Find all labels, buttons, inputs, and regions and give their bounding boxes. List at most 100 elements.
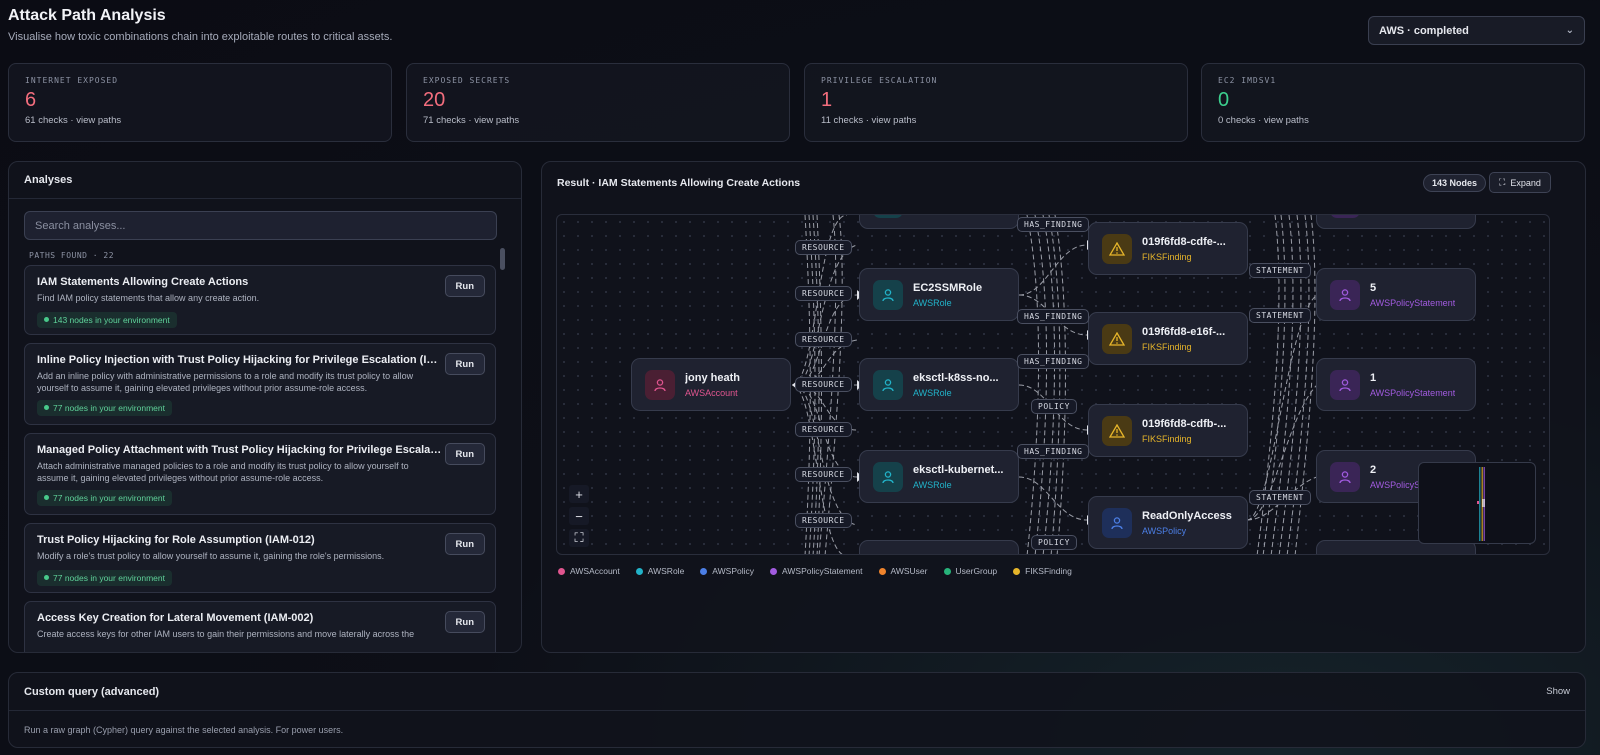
graph-node-statement[interactable]: 5 AWSPolicyStatement <box>1316 268 1476 321</box>
custom-query-desc: Run a raw graph (Cypher) query against t… <box>24 725 344 735</box>
analysis-desc: Attach administrative managed policies t… <box>37 461 409 483</box>
graph-node-role[interactable] <box>859 540 1019 554</box>
analysis-title: Managed Policy Attachment with Trust Pol… <box>37 444 442 456</box>
graph-node-policy[interactable]: ReadOnlyAccess AWSPolicy <box>1088 496 1248 549</box>
analysis-title: IAM Statements Allowing Create Actions <box>37 276 249 288</box>
node-type: FIKSFinding <box>1142 433 1192 444</box>
edge-label: HAS_FINDING <box>1017 309 1090 324</box>
stat-card-exposed-secrets[interactable]: EXPOSED SECRETS 20 71 checks · view path… <box>406 63 790 142</box>
divider <box>9 710 1585 711</box>
analyses-title: Analyses <box>9 162 521 199</box>
analysis-title: Trust Policy Hijacking for Role Assumpti… <box>37 534 315 546</box>
legend-item: UserGroup <box>943 566 997 576</box>
graph-node-finding[interactable]: 019f6fd8-e16f-... FIKSFinding <box>1088 312 1248 365</box>
edge-label: POLICY <box>1031 399 1077 414</box>
scrollbar[interactable] <box>500 248 505 270</box>
custom-query-panel: Custom query (advanced) Show Run a raw g… <box>8 672 1586 748</box>
node-type: AWSRole <box>913 297 952 308</box>
provider-select[interactable]: AWS · completed ⌄ <box>1368 16 1585 45</box>
legend-item: AWSRole <box>635 566 684 576</box>
graph-node-role[interactable]: eksctl-kubernet... AWSRole <box>859 450 1019 503</box>
graph-node-role[interactable] <box>859 215 1019 229</box>
legend-item: AWSPolicyStatement <box>770 566 863 576</box>
node-name: eksctl-kubernet... <box>913 463 1004 476</box>
edge-label: RESOURCE <box>795 467 852 482</box>
stat-card-internet-exposed[interactable]: INTERNET EXPOSED 6 61 checks · view path… <box>8 63 392 142</box>
role-icon <box>873 215 903 218</box>
node-name: 019f6fd8-cdfb-... <box>1142 417 1227 430</box>
node-name: eksctl-k8ss-no... <box>913 371 999 384</box>
stat-card-privilege-escalation[interactable]: PRIVILEGE ESCALATION 1 11 checks · view … <box>804 63 1188 142</box>
stat-sub: 71 checks · view paths <box>423 115 520 126</box>
show-button[interactable]: Show <box>1546 686 1570 697</box>
edge-label: STATEMENT <box>1249 490 1311 505</box>
graph-canvas[interactable]: jony heath AWSAccount EC2SSMRole AWSRole e… <box>556 214 1550 555</box>
node-name: 019f6fd8-e16f-... <box>1142 325 1226 338</box>
warning-icon <box>1102 233 1132 264</box>
fit-view-button[interactable]: ⛶ <box>569 529 589 547</box>
legend-item: AWSPolicy <box>700 566 754 576</box>
graph-node-role[interactable]: eksctl-k8ss-no... AWSRole <box>859 358 1019 411</box>
analysis-item[interactable]: IAM Statements Allowing Create Actions F… <box>24 265 496 335</box>
zoom-out-button[interactable]: − <box>569 507 589 525</box>
edge-label: STATEMENT <box>1249 308 1311 323</box>
zoom-in-button[interactable]: + <box>569 485 589 503</box>
edge-label: HAS_FINDING <box>1017 354 1090 369</box>
node-type: FIKSFinding <box>1142 251 1192 262</box>
run-button[interactable]: Run <box>444 353 485 375</box>
user-icon <box>1330 461 1360 492</box>
node-name: 1 <box>1370 371 1377 384</box>
node-name: jony heath <box>685 371 741 384</box>
warning-icon <box>1102 415 1132 446</box>
chevron-down-icon: ⌄ <box>1565 25 1574 36</box>
node-count-badge: 143 Nodes <box>1423 174 1487 192</box>
run-button[interactable]: Run <box>444 275 485 297</box>
node-name: ReadOnlyAccess <box>1142 509 1232 522</box>
user-icon <box>873 461 903 492</box>
minimap[interactable] <box>1418 462 1536 544</box>
stat-sub: 61 checks · view paths <box>25 115 122 126</box>
node-type: AWSRole <box>913 479 952 490</box>
node-type: FIKSFinding <box>1142 341 1192 352</box>
run-button[interactable]: Run <box>444 533 485 555</box>
expand-button[interactable]: ⛶ Expand <box>1489 172 1551 193</box>
warning-icon <box>1102 323 1132 354</box>
analysis-desc: Find IAM policy statements that allow an… <box>37 293 260 303</box>
search-input[interactable] <box>24 211 497 240</box>
expand-icon: ⛶ <box>1499 177 1506 187</box>
graph-node-statement[interactable] <box>1316 215 1476 229</box>
run-button[interactable]: Run <box>444 443 485 465</box>
analysis-desc: Modify a role's trust policy to allow yo… <box>37 551 385 561</box>
analysis-title: Inline Policy Injection with Trust Polic… <box>37 354 442 366</box>
graph-node-account[interactable]: jony heath AWSAccount <box>631 358 791 411</box>
analysis-item[interactable]: Trust Policy Hijacking for Role Assumpti… <box>24 523 496 593</box>
provider-select-value: AWS · completed <box>1379 24 1469 37</box>
run-button[interactable]: Run <box>444 611 485 633</box>
edge-label: RESOURCE <box>795 513 852 528</box>
minimap-graph <box>1477 467 1485 541</box>
user-icon <box>873 369 903 400</box>
graph-node-statement[interactable]: 1 AWSPolicyStatement <box>1316 358 1476 411</box>
user-icon <box>1102 507 1132 538</box>
stat-card-ec2-imdsv1[interactable]: EC2 IMDSV1 0 0 checks · view paths <box>1201 63 1585 142</box>
edge-label: HAS_FINDING <box>1017 217 1090 232</box>
node-count-badge: 77 nodes in your environment <box>37 570 172 586</box>
node-type: AWSPolicyStatement <box>1370 297 1456 308</box>
edge-label: RESOURCE <box>795 377 852 392</box>
analysis-item[interactable]: Managed Policy Attachment with Trust Pol… <box>24 433 496 515</box>
result-title: Result · IAM Statements Allowing Create … <box>557 177 801 189</box>
user-icon <box>645 369 675 400</box>
stat-label: PRIVILEGE ESCALATION <box>821 76 938 85</box>
legend-item: FIKSFinding <box>1013 566 1072 576</box>
graph-node-finding[interactable]: 019f6fd8-cdfb-... FIKSFinding <box>1088 404 1248 457</box>
stat-value: 6 <box>25 89 37 111</box>
stat-label: EC2 IMDSV1 <box>1218 76 1277 85</box>
analysis-item[interactable]: Inline Policy Injection with Trust Polic… <box>24 343 496 425</box>
analysis-item[interactable]: Access Key Creation for Lateral Movement… <box>24 601 496 652</box>
analysis-desc: Create access keys for other IAM users t… <box>37 629 415 639</box>
graph-node-finding[interactable]: 019f6fd8-cdfe-... FIKSFinding <box>1088 222 1248 275</box>
graph-node-role[interactable]: EC2SSMRole AWSRole <box>859 268 1019 321</box>
node-count-badge: 77 nodes in your environment <box>37 400 172 416</box>
stat-label: EXPOSED SECRETS <box>423 76 511 85</box>
node-count-badge: 143 nodes in your environment <box>37 312 177 328</box>
